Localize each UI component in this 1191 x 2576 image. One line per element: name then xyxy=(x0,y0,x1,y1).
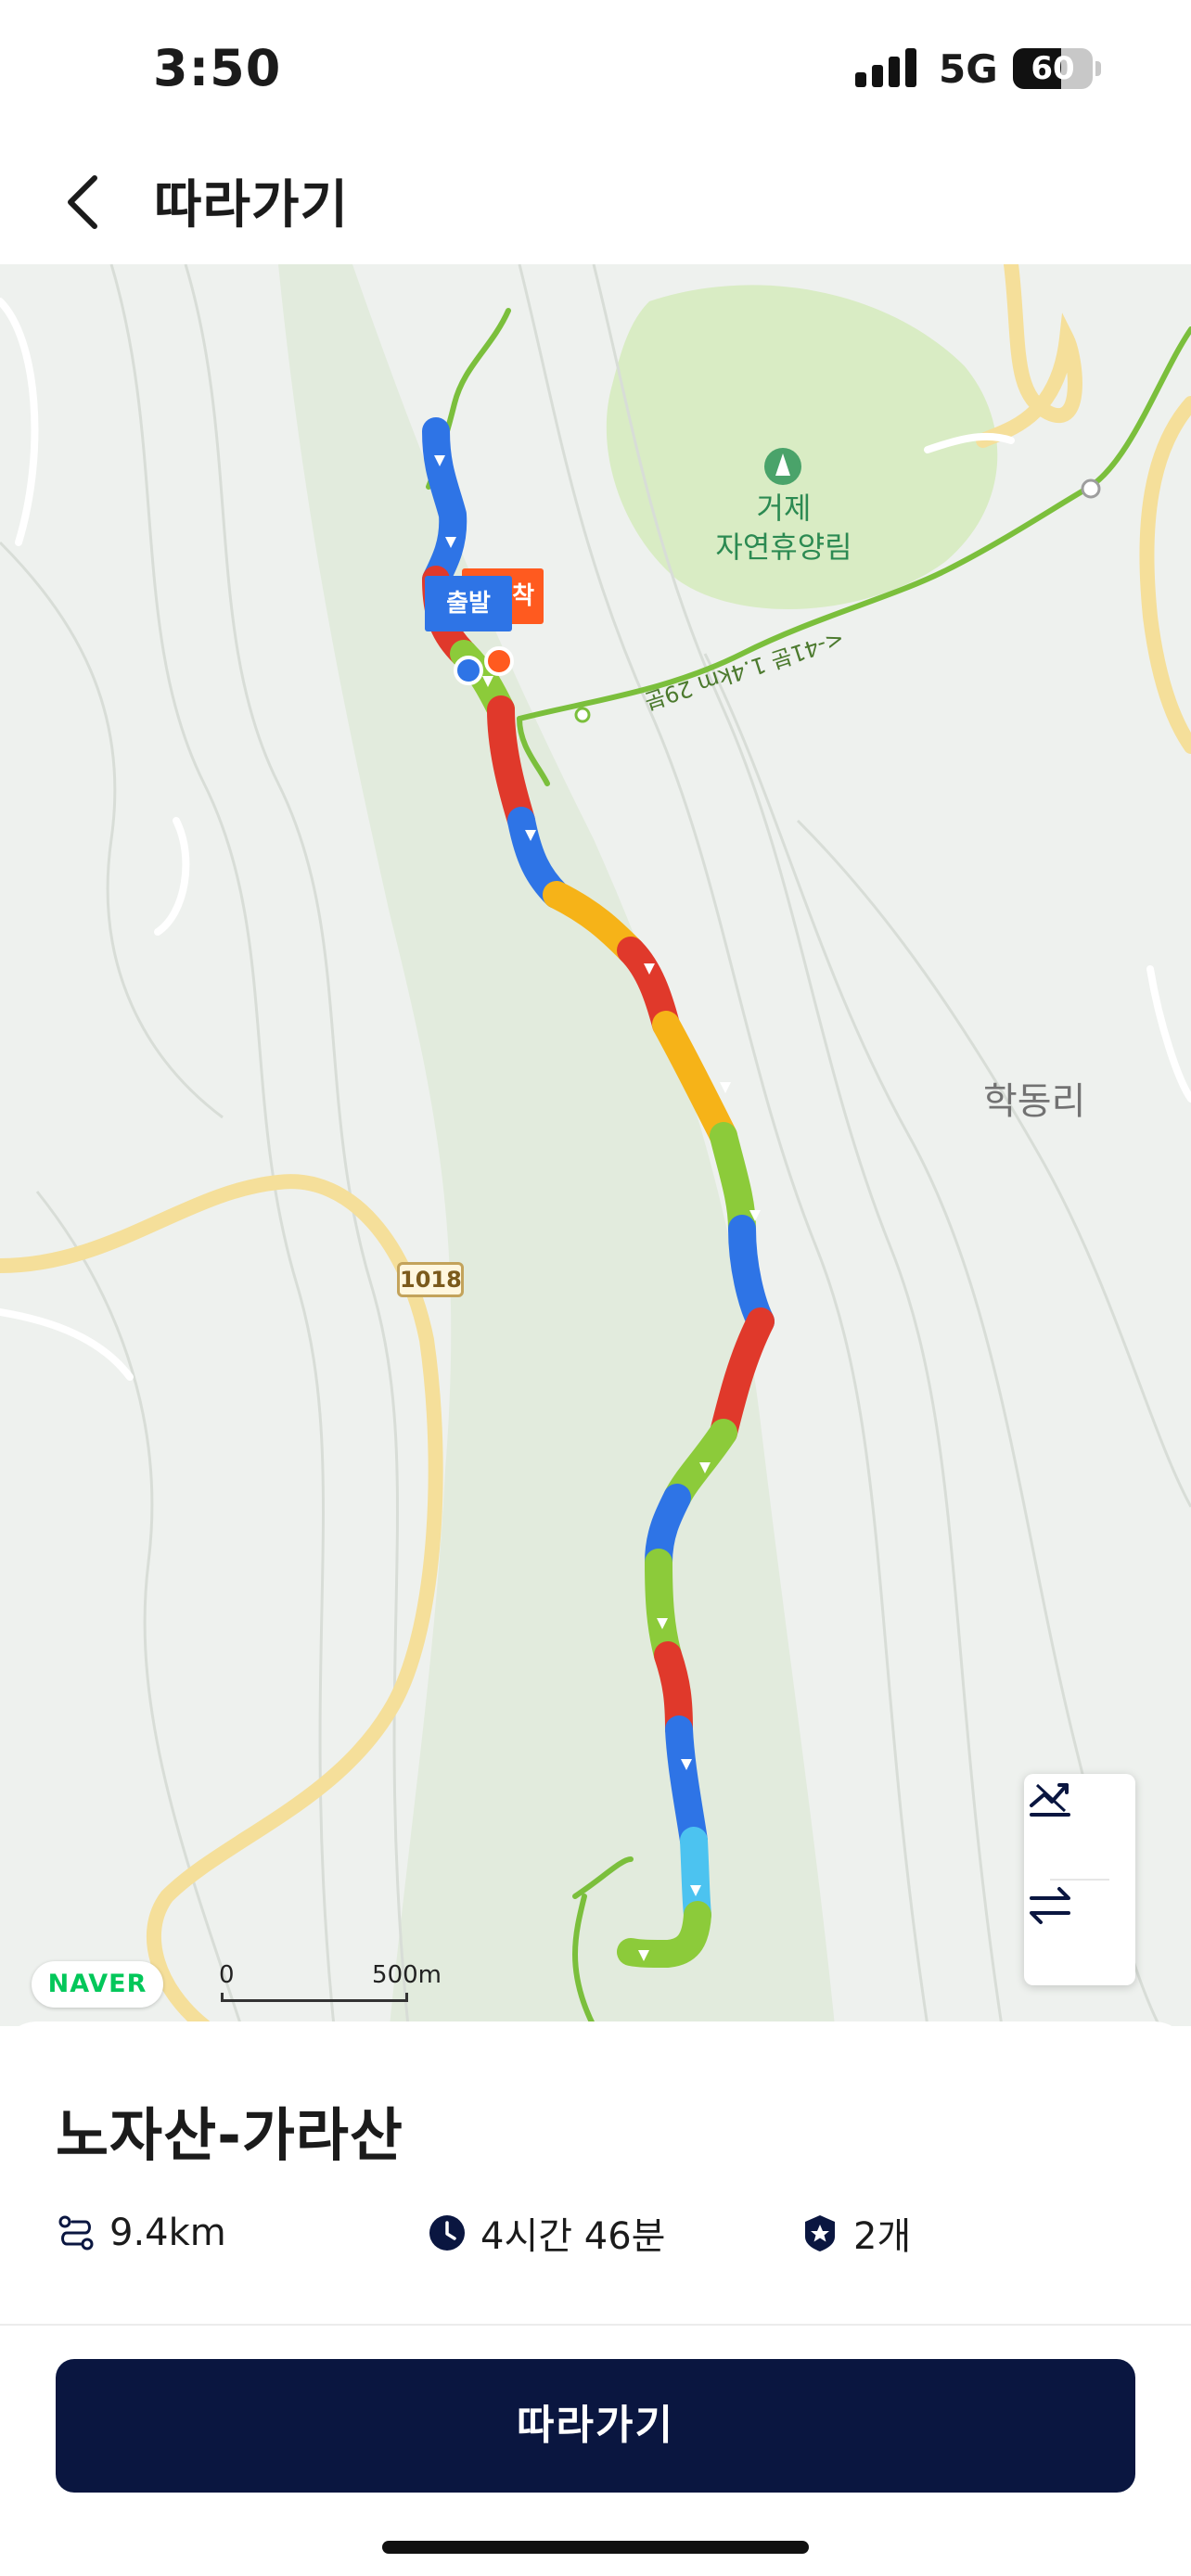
elevation-profile-icon xyxy=(1030,1783,1070,1817)
chevron-left-icon xyxy=(68,175,97,229)
forest-park-label: 거제 자연휴양림 xyxy=(668,489,900,567)
start-marker[interactable]: 출발 xyxy=(425,576,512,631)
clock-icon xyxy=(429,2215,465,2251)
app-header: 따라가기 xyxy=(0,139,1191,264)
follow-button[interactable]: 따라가기 xyxy=(56,2359,1135,2493)
badge-stat: 2개 xyxy=(800,2205,911,2261)
cellular-signal-icon xyxy=(855,46,920,87)
battery-level: 60 xyxy=(1031,50,1075,87)
forest-park-label-text: 거제 자연휴양림 xyxy=(715,491,852,565)
start-point xyxy=(454,656,483,685)
scale-distance: 500m xyxy=(372,1961,442,1989)
naver-logo: NAVER xyxy=(32,1961,163,2008)
page-title: 따라가기 xyxy=(154,175,350,236)
trail-junction xyxy=(574,707,591,723)
distance-value: 9.4km xyxy=(109,2212,226,2254)
route-distance-icon xyxy=(58,2215,94,2251)
duration-value: 4시간 46분 xyxy=(480,2215,666,2258)
sheet-divider xyxy=(0,2324,1191,2326)
end-point xyxy=(484,646,514,676)
route-map[interactable]: <-41분 1.4km 29분 거제 자연휴양림 학동리 1018 도착 출발 … xyxy=(0,264,1191,2026)
network-type: 5G xyxy=(939,46,998,92)
elevation-toggle-button[interactable] xyxy=(1024,1774,1135,1880)
trail-time-label: <-41분 1.4km 29분 xyxy=(641,626,847,715)
status-time: 3:50 xyxy=(153,39,282,97)
badge-star-icon xyxy=(805,2215,835,2251)
distance-stat: 9.4km xyxy=(56,2205,226,2261)
back-button[interactable] xyxy=(48,165,122,239)
battery-tip xyxy=(1095,61,1101,76)
scale-zero: 0 xyxy=(219,1961,235,1989)
battery-icon: 60 xyxy=(1013,48,1093,89)
reverse-direction-button[interactable] xyxy=(1024,1880,1135,1985)
duration-stat: 4시간 46분 xyxy=(427,2205,665,2261)
village-label: 학동리 xyxy=(983,1080,1086,1123)
scale-bar: 0 500m xyxy=(219,1961,442,2006)
status-bar: 3:50 5G 60 xyxy=(0,0,1191,139)
scale-line xyxy=(221,1993,408,2002)
badge-count: 2개 xyxy=(853,2215,912,2258)
road-node xyxy=(1081,478,1101,499)
route-sheet: 노자산-가라산 9.4km 4시간 46분 2개 따라가기 xyxy=(0,2021,1191,2576)
road-number-badge: 1018 xyxy=(397,1262,464,1297)
reverse-direction-icon xyxy=(1030,1887,1070,1924)
route-title: 노자산-가라산 xyxy=(56,2101,403,2169)
map-canvas: <-41분 1.4km 29분 xyxy=(0,264,1191,2026)
map-controls xyxy=(1024,1774,1135,1985)
home-indicator xyxy=(382,2541,809,2554)
